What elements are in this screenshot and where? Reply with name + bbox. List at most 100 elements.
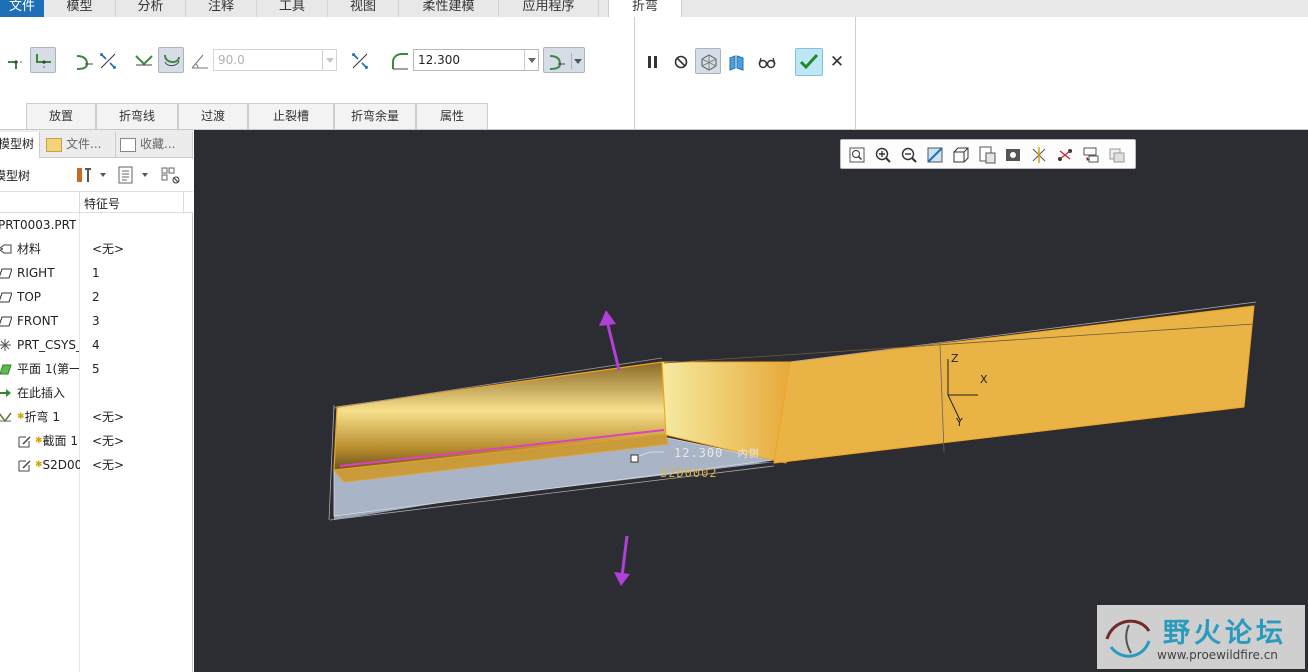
show-list-icon[interactable] (116, 165, 136, 185)
flip-direction-arrowhead[interactable] (614, 572, 630, 586)
flip-direction-arrow[interactable] (620, 535, 629, 577)
bend-angle-dropdown-icon[interactable] (322, 50, 336, 70)
tree-filter-icon[interactable] (160, 165, 182, 185)
tree-item-feature-id: <无> (92, 458, 125, 472)
tab-view[interactable]: 视图 (328, 0, 399, 17)
view-manager-icon[interactable] (1003, 145, 1023, 165)
tab-bend[interactable]: 折弯 (608, 0, 682, 18)
tab-file[interactable]: 文件 (0, 0, 44, 17)
spin-center-icon[interactable] (1081, 145, 1101, 165)
sketch-icon (18, 436, 31, 448)
tab-annotate[interactable]: 注释 (186, 0, 257, 17)
bend-radius-dropdown-icon[interactable] (524, 50, 538, 70)
chevron-down-icon[interactable] (142, 173, 148, 177)
bend-angle-type-button[interactable] (130, 47, 156, 73)
ok-button[interactable] (795, 48, 823, 76)
axis-y-label: Y (956, 416, 963, 429)
tree-item-top[interactable]: TOP 2 (0, 285, 190, 309)
tree-item-s2d[interactable]: ✱S2D00 <无> (0, 453, 190, 477)
flip-angle-button[interactable] (346, 47, 372, 73)
modified-star-icon: ✱ (35, 436, 43, 446)
tree-item-feature-id: <无> (92, 242, 125, 256)
view-toolbar (840, 139, 1136, 169)
radius-dimension-label[interactable]: 12.300 内侧 (674, 445, 760, 460)
pause-button[interactable] (639, 48, 665, 74)
chevron-down-icon[interactable] (574, 59, 582, 64)
bend-radius-field[interactable]: 12.300 (413, 49, 539, 71)
subtab-bend-allowance[interactable]: 折弯余量 (334, 103, 416, 129)
tree-settings-icon[interactable] (74, 165, 94, 185)
bend-direction-icon (76, 55, 93, 70)
graphics-viewport[interactable]: 12.300 内侧 S2D0002 Z X Y 野火论坛 www.proewil… (194, 130, 1308, 672)
tree-item-feature-id: 3 (92, 314, 100, 328)
tab-tools[interactable]: 工具 (257, 0, 328, 17)
tab-analysis[interactable]: 分析 (116, 0, 186, 17)
subtab-bend-line[interactable]: 折弯线 (96, 103, 178, 129)
tree-root-item[interactable]: PRT0003.PRT (0, 213, 190, 237)
glasses-icon (758, 57, 776, 69)
display-style-icon[interactable] (951, 145, 971, 165)
cancel-button[interactable]: ✕ (828, 53, 846, 71)
tab-flexible-modeling[interactable]: 柔性建模 (399, 0, 499, 17)
zoom-in-icon[interactable] (873, 145, 893, 165)
tree-item-label: PRT_CSYS_ (17, 338, 79, 352)
tree-item-csys[interactable]: PRT_CSYS_ 4 (0, 333, 190, 357)
zoom-out-icon[interactable] (899, 145, 919, 165)
annotation-display-icon[interactable] (1055, 145, 1075, 165)
chevron-down-icon[interactable] (100, 173, 106, 177)
model-tree-title: 模型树 (0, 169, 31, 183)
bend-radius-icon (392, 53, 408, 70)
flip-bend-side-button[interactable] (94, 47, 120, 73)
ribbon-separator (634, 17, 635, 129)
flip-arrows-icon (100, 53, 116, 69)
glasses-button[interactable] (753, 48, 779, 74)
flip-direction-arrowhead[interactable] (599, 310, 616, 326)
drag-handle[interactable] (630, 454, 639, 463)
bend-placement-b-button[interactable] (30, 47, 56, 73)
bend-rolled-type-button[interactable] (158, 47, 184, 73)
feature-id-column-header[interactable]: 特征号 (84, 195, 120, 212)
flip-direction-arrow[interactable] (606, 324, 621, 371)
radius-side-button[interactable] (543, 47, 585, 73)
datum-plane-icon (0, 292, 12, 303)
appearance-gallery-icon[interactable] (1107, 145, 1127, 165)
tree-item-right[interactable]: RIGHT 1 (0, 261, 190, 285)
subtab-transition[interactable]: 过渡 (178, 103, 248, 129)
bend-angle-field[interactable]: 90.0 (213, 49, 337, 71)
tab-model-tree-label: 模型树 (0, 137, 35, 151)
subtab-placement[interactable]: 放置 (26, 103, 96, 129)
tree-item-front[interactable]: FRONT 3 (0, 309, 190, 333)
pause-icon (648, 56, 657, 68)
saved-orientations-icon[interactable] (977, 145, 997, 165)
preview-mesh-button[interactable] (695, 48, 721, 74)
bend-rolled-icon (164, 54, 180, 67)
tab-model-tree[interactable]: 模型树 (0, 132, 40, 158)
bend-ribbon: 90.0 12.300 放置 折弯线 过渡 止裂槽 折弯余量 属性 ✕ (0, 17, 1308, 130)
subtab-relief[interactable]: 止裂槽 (248, 103, 334, 129)
bend-placement-a-icon (8, 60, 24, 69)
no-preview-button[interactable] (667, 48, 693, 74)
tab-files-label: 文件... (66, 137, 102, 151)
angle-icon (191, 54, 208, 69)
repaint-icon[interactable] (925, 145, 945, 165)
datum-display-icon[interactable] (1029, 145, 1049, 165)
tab-files[interactable]: 文件... (42, 132, 116, 158)
tree-item-insert-here[interactable]: 在此插入 (0, 381, 190, 405)
sheetmetal-part-model[interactable] (194, 130, 1308, 672)
forum-logo-icon (1105, 619, 1151, 658)
tree-root-label: PRT0003.PRT (0, 218, 77, 232)
tab-applications[interactable]: 应用程序 (499, 0, 599, 17)
tab-favorites[interactable]: 收藏... (116, 132, 193, 158)
bend-radius-type-button[interactable] (386, 47, 412, 73)
tree-item-plane-1[interactable]: 平面 1(第一 5 (0, 357, 190, 381)
tree-item-material[interactable]: 材料 <无> (0, 237, 190, 261)
panel-tabs: 模型树 文件... 收藏... (0, 130, 193, 158)
bend-direction-button[interactable] (70, 47, 96, 73)
refit-icon[interactable] (847, 145, 867, 165)
tab-model[interactable]: 模型 (44, 0, 116, 17)
tree-item-bend-1[interactable]: ✱折弯 1 <无> (0, 405, 190, 429)
bend-placement-a-button[interactable] (2, 47, 28, 73)
verify-preview-button[interactable] (723, 48, 749, 74)
tree-item-section-1[interactable]: ✱截面 1 <无> (0, 429, 190, 453)
subtab-properties[interactable]: 属性 (416, 103, 488, 129)
